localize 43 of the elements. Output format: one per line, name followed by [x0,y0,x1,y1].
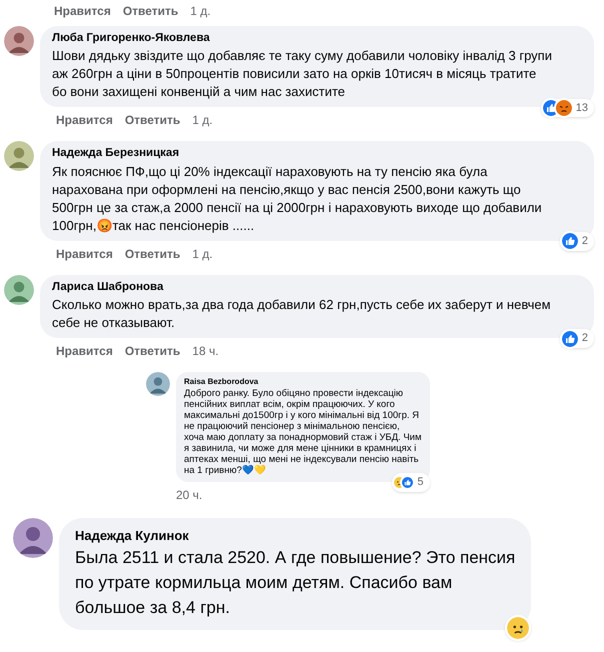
comment-time: 1 д. [190,3,211,20]
comment-time: 18 ч. [192,342,219,360]
reaction-count: 5 [416,475,424,490]
thumbs-up-icon [562,233,578,250]
like-link[interactable]: Нравится [56,244,113,262]
avatar[interactable] [4,274,34,304]
reply-link[interactable]: Ответить [124,244,180,262]
avatar[interactable] [13,518,53,558]
reply-link[interactable]: Ответить [124,111,180,130]
reaction-summary[interactable]: 2 [560,232,594,250]
avatar[interactable] [4,26,34,56]
comment-text: Доброго ранку. Було обіцяно провести індексацію пенсійних виплат всім, окрім працюючих. У кого максимальні до1500гр і у кого мінімальні від 100гр. Я не працюючий пенсіонер з мінімальною пенсією, хоча маю доплату за понаднормовий стаж і УБД. Чим я завинила, чи може для мене цінники в крамницях і аптеках менші, що мені не індексували пенсію навіть на 1 гривню?💙💛 [184,388,422,476]
comment-text: Як пояснює ПФ,що ці 20% індексації нараховують на ту пенсію яка була нарахована при оформлені на пенсію,якщо у вас пенсія 2500,вони кажуть що 500грн це за стаж,а 2000 пенсії на ці 2000грн і нараховують виходе що добавили 100грн,😡так нас пенсіонерів ...... [52,162,543,234]
comment-text: Сколько можно врать,за два года добавили 62 грн,пусть себе их заберут и невчем себе не отказывают. [52,296,552,332]
reply-link[interactable]: Ответить [122,2,178,20]
thumbs-up-icon [562,330,578,346]
sad-face-icon [507,617,530,640]
like-link[interactable]: Нравится [54,2,111,20]
angry-face-icon [556,100,572,116]
avatar[interactable] [4,141,34,172]
comment-time: 1 д. [192,112,213,130]
author-name[interactable]: Надежда Березницкая [52,145,582,162]
thumbs-up-icon [542,100,559,116]
author-name[interactable]: Люба Григоренко-Яковлева [52,30,582,48]
reaction-count: 13 [574,100,589,116]
author-name[interactable]: Лариса Шабронова [52,278,582,296]
comment-time: 20 ч. [176,486,202,504]
reaction-summary[interactable] [505,616,532,640]
reaction-summary[interactable]: 5 [392,473,430,492]
author-name[interactable]: Надежда Кулинок [75,526,516,546]
comment-text: Шови дядьку звіздите що добавляє те таку суму добавили чоловіку інвалід 3 групи аж 260грн а ціни в 50процентів повисили зато на орків 10тисяч в місяць тратите бо вони захищені конвенцій а чим нас захистите [52,47,553,102]
reaction-summary[interactable]: 13 [540,98,594,118]
reaction-summary[interactable]: 2 [560,329,594,348]
reply-link[interactable]: Ответить [124,342,180,360]
author-name[interactable]: Raisa Bezborodova [184,376,422,388]
like-link[interactable]: Нравится [56,342,113,360]
thumbs-up-icon [402,477,414,488]
like-link[interactable]: Нравится [56,111,113,130]
avatar[interactable] [146,372,170,396]
comment-time: 1 д. [192,246,213,262]
reaction-count: 2 [580,234,589,249]
reaction-count: 2 [580,331,589,346]
comment-text: Была 2511 и стала 2520. А где повышение? Это пенсия по утрате кормильца моим детям. Спасибо вам большое за 8,4 грн. [75,547,516,620]
